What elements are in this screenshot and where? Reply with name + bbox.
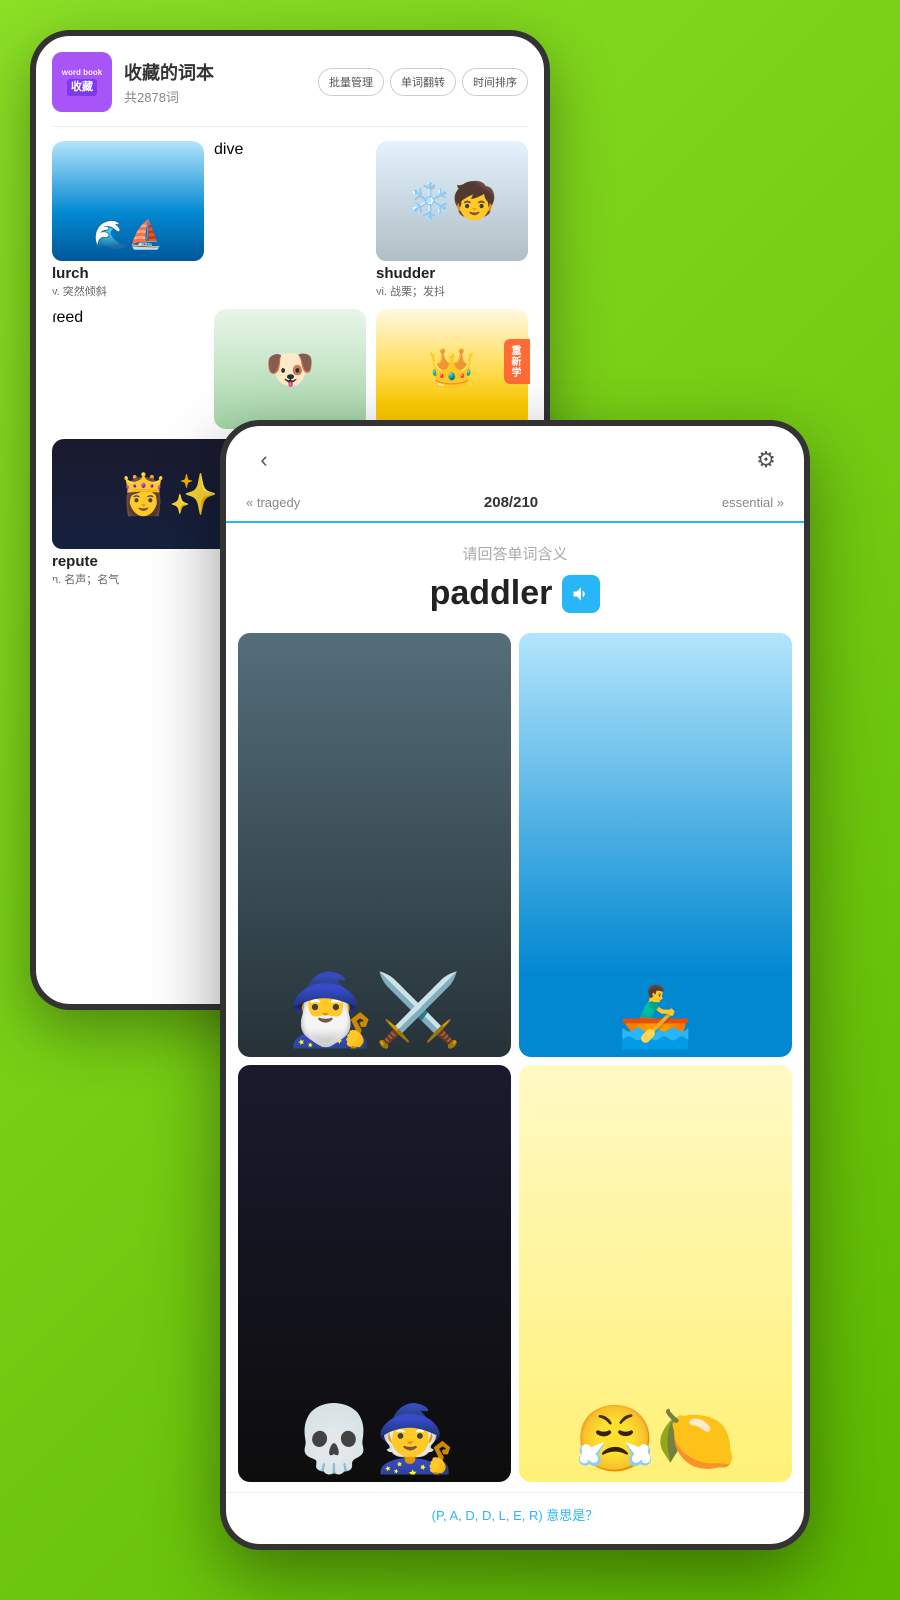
option-d-image: 😤🍋: [519, 1065, 792, 1483]
quiz-navbar: ‹ ⚙: [226, 426, 804, 488]
spelling-text[interactable]: (P, A, D, D, L, E, R) 意思是？: [242, 1505, 788, 1524]
phone-front: ‹ ⚙ « tragedy 208/210 essential » 请回答单词含…: [220, 420, 810, 1550]
progress-indicator: 208/210: [484, 494, 538, 511]
word-card-dive[interactable]: dive: [214, 141, 366, 299]
quiz-options: 🧙‍♂️⚔️ A. 勇敢的；英勇的； 勇敢地面对 🚣‍♂️ B. 涉水者；涉泥浆…: [226, 623, 804, 1492]
option-c[interactable]: 💀🧙 C. 诅咒；咒骂；诽谤: [238, 1065, 511, 1483]
option-d[interactable]: 😤🍋 D. 不愉快的；厌恶的； 不为人喜的: [519, 1065, 792, 1483]
option-b[interactable]: 🚣‍♂️ B. 涉水者；涉泥浆者； 划独木舟者: [519, 633, 792, 1057]
wordbook-count: 共2878词: [124, 87, 306, 106]
option-a-image: 🧙‍♂️⚔️: [238, 633, 511, 1057]
word-card-puppy[interactable]: 🐶 p...: [214, 309, 366, 429]
word-card-shudder[interactable]: ❄️🧒 shudder vi. 战栗；发抖: [376, 141, 528, 299]
quiz-progress-nav: « tragedy 208/210 essential »: [226, 488, 804, 523]
quiz-word-row: paddler: [246, 574, 784, 613]
shudder-image: ❄️🧒: [376, 141, 528, 261]
word-card-feed[interactable]: feed: [52, 309, 204, 429]
option-a[interactable]: 🧙‍♂️⚔️ A. 勇敢的；英勇的； 勇敢地面对: [238, 633, 511, 1057]
speaker-icon: [571, 584, 591, 604]
shudder-word: shudder: [376, 265, 528, 282]
shudder-def: vi. 战栗；发抖: [376, 283, 528, 299]
time-sort-button[interactable]: 时间排序: [462, 68, 528, 96]
word-row-1: lurch v. 突然倾斜 dive ❄️🧒 shudder vi. 战栗；发抖: [52, 141, 528, 299]
feed-card: feed: [52, 309, 204, 429]
word-card-lurch[interactable]: lurch v. 突然倾斜: [52, 141, 204, 299]
word-flip-button[interactable]: 单词翻转: [390, 68, 456, 96]
restudy-tag: 重新学: [504, 339, 530, 384]
puppy-image: 🐶: [214, 309, 366, 429]
batch-manage-button[interactable]: 批量管理: [318, 68, 384, 96]
lurch-def: v. 突然倾斜: [52, 283, 204, 299]
quiz-spelling: (P, A, D, D, L, E, R) 意思是？: [226, 1492, 804, 1544]
settings-button[interactable]: ⚙: [748, 442, 784, 478]
lurch-word: lurch: [52, 265, 204, 282]
lurch-image: [52, 141, 204, 261]
next-word-nav[interactable]: essential »: [722, 495, 784, 510]
wordbook-title: 收藏的词本: [124, 59, 306, 85]
prev-word-nav[interactable]: « tragedy: [246, 495, 300, 510]
wordbook-header: word book 收藏 收藏的词本 共2878词 批量管理 单词翻转 时间排序: [52, 52, 528, 127]
quiz-word: paddler: [430, 574, 553, 613]
back-button[interactable]: ‹: [246, 442, 282, 478]
word-row-2: 重新学 feed 🐶 p... 👑 n...: [52, 309, 528, 429]
wordbook-title-area: 收藏的词本 共2878词: [124, 59, 306, 106]
wordbook-icon: word book 收藏: [52, 52, 112, 112]
quiz-question-area: 请回答单词含义 paddler: [226, 523, 804, 623]
sound-button[interactable]: [562, 575, 600, 613]
option-b-image: 🚣‍♂️: [519, 633, 792, 1057]
quiz-prompt: 请回答单词含义: [246, 543, 784, 564]
wordbook-actions: 批量管理 单词翻转 时间排序: [318, 68, 528, 96]
dive-card: dive: [214, 141, 366, 261]
option-c-image: 💀🧙: [238, 1065, 511, 1483]
